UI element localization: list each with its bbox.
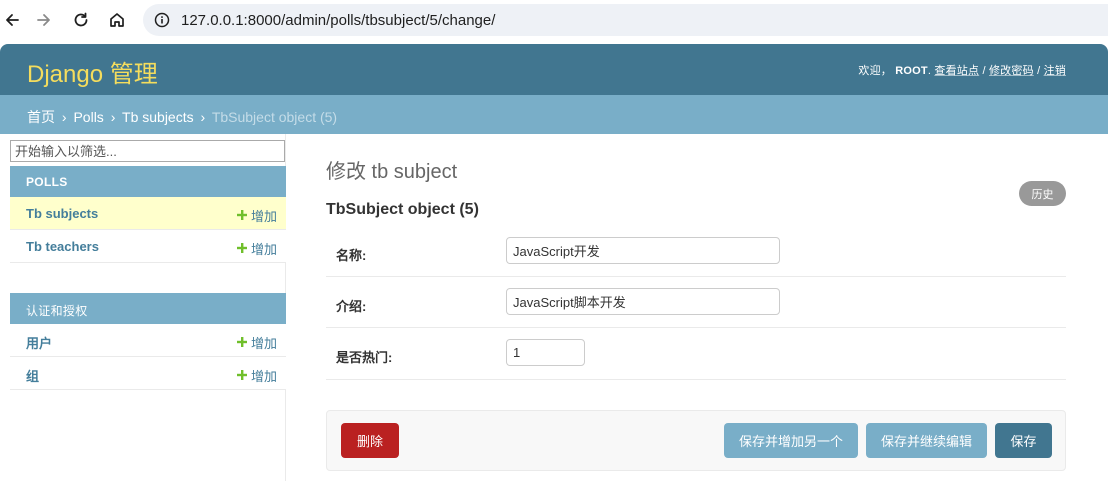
submit-row: 删除 保存并增加另一个 保存并继续编辑 保存 — [326, 410, 1066, 471]
save-and-continue-button[interactable]: 保存并继续编辑 — [866, 423, 987, 458]
is-hot-input[interactable] — [506, 339, 585, 366]
home-icon — [110, 13, 124, 27]
add-group-link[interactable]: 增加 — [236, 366, 277, 385]
url-text: 127.0.0.1:8000/admin/polls/tbsubject/5/c… — [181, 11, 496, 29]
welcome-text: 欢迎， — [858, 65, 893, 77]
arrow-left-icon — [6, 14, 19, 26]
history-button[interactable]: 历史 — [1019, 181, 1066, 206]
forward-button[interactable] — [32, 8, 56, 32]
field-label-intro: 介绍: — [336, 299, 367, 314]
breadcrumb: 首页 › Polls › Tb subjects › TbSubject obj… — [0, 95, 1108, 134]
change-password-link[interactable]: 修改密码 — [989, 65, 1034, 77]
save-button[interactable]: 保存 — [995, 423, 1052, 458]
logout-link[interactable]: 注销 — [1044, 65, 1066, 77]
form-row-intro: 介绍: — [326, 277, 1066, 328]
breadcrumb-app[interactable]: Polls — [73, 109, 103, 125]
field-label-is-hot: 是否热门: — [336, 350, 393, 365]
nav-filter-input[interactable] — [10, 140, 285, 162]
breadcrumb-model[interactable]: Tb subjects — [122, 109, 194, 125]
plus-icon — [236, 208, 247, 223]
module-caption-auth[interactable]: 认证和授权 — [10, 293, 286, 324]
add-label: 增加 — [250, 336, 277, 351]
user-tools-separator: / — [1037, 65, 1041, 77]
add-label: 增加 — [250, 242, 277, 257]
user-tools: 欢迎， ROOT. 查看站点 / 修改密码 / 注销 — [858, 65, 1066, 77]
form-row-is-hot: 是否热门: — [326, 328, 1066, 380]
breadcrumb-separator: › — [61, 109, 67, 125]
nav-sidebar: POLLS Tb subjects 增加 Tb teachers 增加 认证和授… — [9, 134, 286, 481]
address-bar[interactable]: 127.0.0.1:8000/admin/polls/tbsubject/5/c… — [143, 4, 1108, 36]
username: ROOT — [895, 65, 928, 77]
reload-icon — [74, 12, 88, 27]
plus-icon — [236, 335, 247, 350]
model-link-tb-subjects[interactable]: Tb subjects — [26, 206, 98, 221]
add-tb-subject-link[interactable]: 增加 — [236, 206, 277, 225]
plus-icon — [236, 368, 247, 383]
breadcrumb-current: TbSubject object (5) — [211, 109, 338, 125]
browser-toolbar: 127.0.0.1:8000/admin/polls/tbsubject/5/c… — [0, 0, 1108, 40]
page-title: 修改 tb subject — [326, 161, 458, 183]
model-link-groups[interactable]: 组 — [26, 366, 39, 385]
object-title: TbSubject object (5) — [326, 201, 479, 218]
breadcrumb-separator: › — [110, 109, 116, 125]
intro-input[interactable] — [506, 288, 780, 315]
site-brand[interactable]: Django 管理 — [27, 54, 158, 89]
delete-button[interactable]: 删除 — [341, 423, 399, 458]
plus-icon — [236, 241, 247, 256]
site-header: Django 管理 欢迎， ROOT. 查看站点 / 修改密码 / 注销 — [0, 44, 1108, 95]
save-and-add-another-button[interactable]: 保存并增加另一个 — [724, 423, 858, 458]
view-site-link[interactable]: 查看站点 — [934, 65, 979, 77]
user-tools-separator: / — [982, 65, 986, 77]
breadcrumb-home[interactable]: 首页 — [27, 109, 55, 125]
add-label: 增加 — [250, 209, 277, 224]
field-label-name: 名称: — [336, 248, 367, 263]
model-link-tb-teachers[interactable]: Tb teachers — [26, 239, 99, 254]
module-caption-polls[interactable]: POLLS — [10, 166, 286, 197]
name-input[interactable] — [506, 237, 780, 264]
breadcrumb-separator: › — [200, 109, 206, 125]
add-tb-teacher-link[interactable]: 增加 — [236, 239, 277, 258]
home-button[interactable] — [105, 8, 129, 32]
sidebar-item-groups: 组 增加 — [10, 357, 286, 390]
sidebar-item-tb-teachers: Tb teachers 增加 — [10, 230, 286, 263]
sidebar-item-tb-subjects: Tb subjects 增加 — [10, 197, 286, 230]
form-row-name: 名称: — [326, 227, 1066, 277]
reload-button[interactable] — [69, 8, 93, 32]
add-label: 增加 — [250, 369, 277, 384]
arrow-right-icon — [37, 14, 50, 26]
site-info-icon[interactable] — [153, 11, 171, 29]
model-link-users[interactable]: 用户 — [26, 333, 52, 352]
back-button[interactable] — [0, 8, 24, 32]
sidebar-item-users: 用户 增加 — [10, 324, 286, 357]
add-user-link[interactable]: 增加 — [236, 333, 277, 352]
